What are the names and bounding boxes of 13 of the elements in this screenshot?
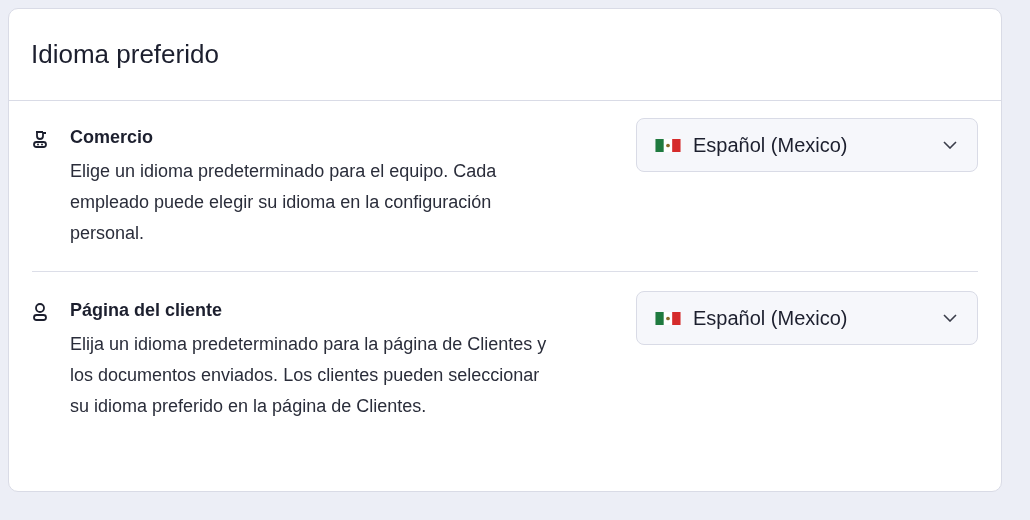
setting-label: Página del cliente (70, 300, 224, 321)
person-icon (32, 302, 48, 322)
flag-icon (655, 311, 681, 325)
language-select[interactable]: Español (Mexico) (636, 118, 978, 172)
language-select[interactable]: Español (Mexico) (636, 291, 978, 345)
card-title: Idioma preferido (31, 39, 219, 70)
setting-label: Comercio (70, 127, 155, 148)
person-with-cap-icon (32, 129, 48, 149)
chevron-down-icon (943, 141, 957, 149)
setting-description: Elija un idioma predeterminado para la página de Clientes y los documentos enviados. Los clientes pueden seleccionar su idioma preferido en la página de Clientes. (70, 333, 548, 418)
chevron-down-icon (943, 314, 957, 322)
setting-description: Elige un idioma predeterminado para el equipo. Cada empleado puede elegir su idioma en la configuración personal. (70, 160, 498, 245)
flag-icon (655, 138, 681, 152)
